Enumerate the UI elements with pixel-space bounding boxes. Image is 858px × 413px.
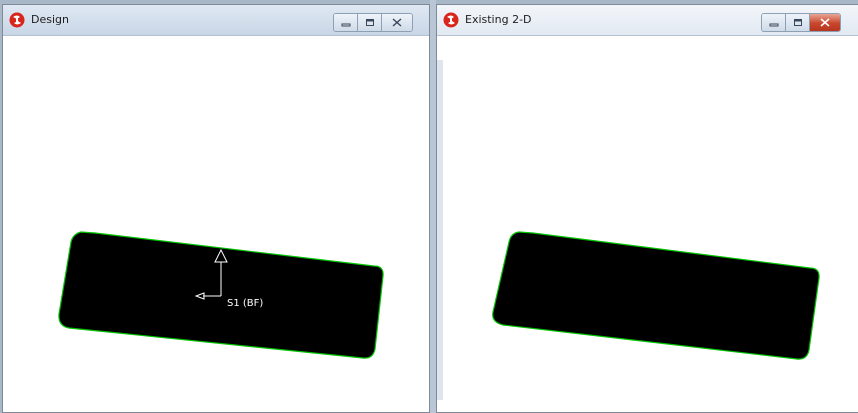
existing-2d-window[interactable]: Existing 2-D xyxy=(436,4,858,413)
minimize-button[interactable] xyxy=(334,14,358,31)
close-button[interactable] xyxy=(382,14,412,31)
window-controls xyxy=(333,13,413,32)
left-edge-scrollbar[interactable] xyxy=(437,60,443,400)
existing-region-shape[interactable] xyxy=(492,231,820,360)
design-titlebar[interactable]: Design xyxy=(3,5,429,36)
desktop: Design S1 (BF) Existing 2-D xyxy=(0,0,858,413)
restore-button[interactable] xyxy=(786,14,810,31)
close-icon xyxy=(392,18,402,27)
minimize-icon xyxy=(341,23,350,26)
existing-drawing xyxy=(492,231,820,360)
app-logo-icon xyxy=(9,12,25,28)
design-window[interactable]: Design S1 (BF) xyxy=(2,4,430,413)
app-logo-icon xyxy=(443,12,459,28)
existing-canvas[interactable] xyxy=(437,36,858,412)
window-title: Design xyxy=(31,13,69,26)
restore-icon xyxy=(365,19,374,26)
restore-icon xyxy=(793,19,802,26)
window-controls xyxy=(761,13,841,32)
section-label: S1 (BF) xyxy=(227,298,263,309)
minimize-button[interactable] xyxy=(762,14,786,31)
design-canvas[interactable]: S1 (BF) xyxy=(3,36,429,412)
design-drawing: S1 (BF) xyxy=(58,231,384,359)
close-icon xyxy=(820,18,830,27)
restore-button[interactable] xyxy=(358,14,382,31)
close-button[interactable] xyxy=(810,14,840,31)
minimize-icon xyxy=(769,23,778,26)
existing-titlebar[interactable]: Existing 2-D xyxy=(437,5,858,36)
window-title: Existing 2-D xyxy=(465,13,532,26)
